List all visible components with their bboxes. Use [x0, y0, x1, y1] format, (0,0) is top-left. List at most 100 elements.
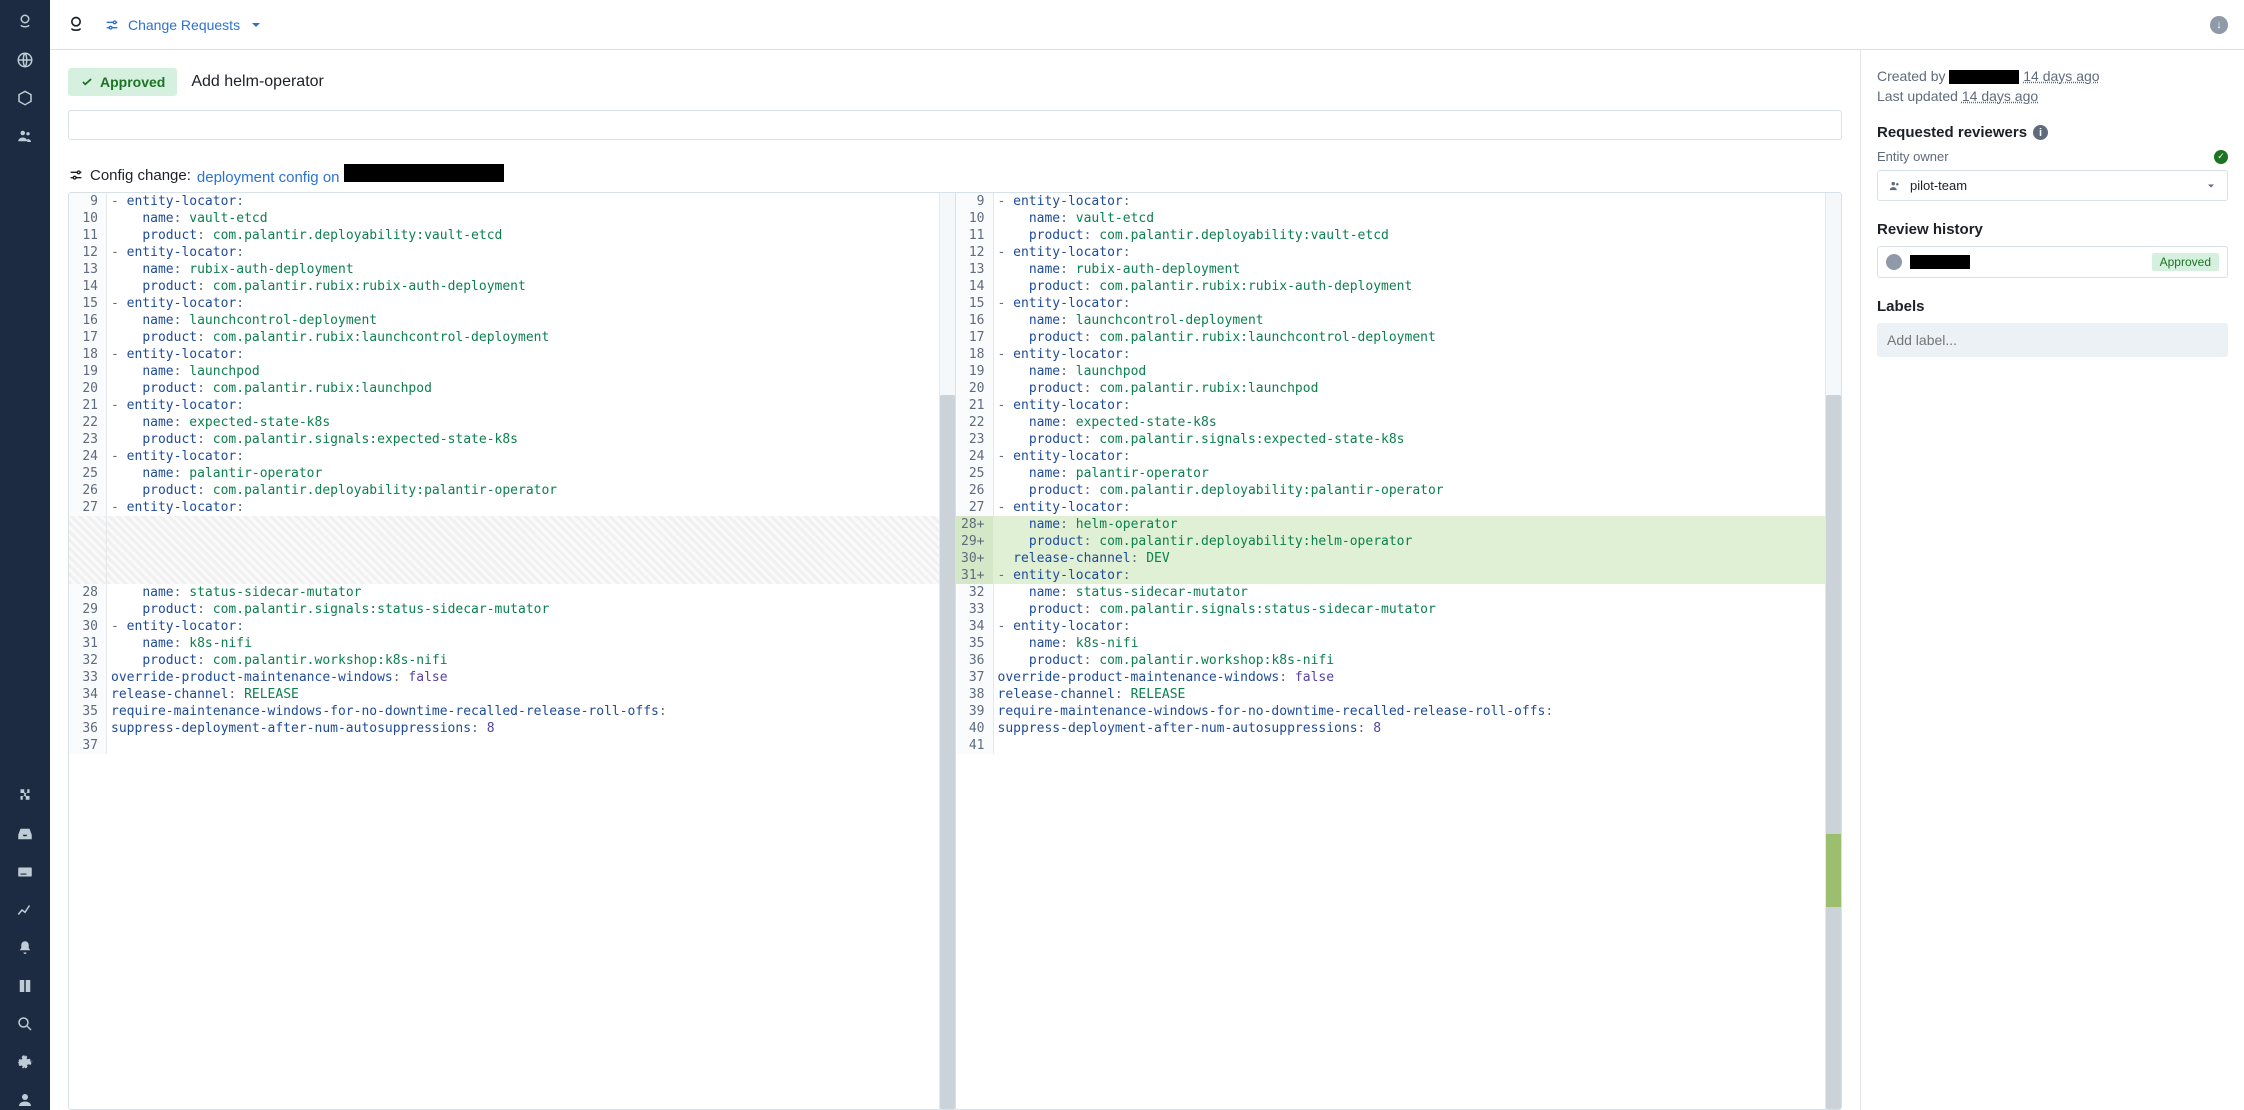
diff-line[interactable]: 31+- entity-locator: [956, 567, 1842, 584]
diff-line[interactable]: 28+ name: helm-operator [956, 516, 1842, 533]
diff-line[interactable]: 36suppress-deployment-after-num-autosupp… [69, 720, 955, 737]
diff-line[interactable]: 31 name: k8s-nifi [69, 635, 955, 652]
diff-line[interactable]: 22 name: expected-state-k8s [69, 414, 955, 431]
diff-line[interactable]: 13 name: rubix-auth-deployment [956, 261, 1842, 278]
diff-line[interactable]: 30+ release-channel: DEV [956, 550, 1842, 567]
rail-gear-icon[interactable] [15, 1052, 35, 1072]
diff-line[interactable]: 38release-channel: RELEASE [956, 686, 1842, 703]
diff-line[interactable]: 37override-product-maintenance-windows: … [956, 669, 1842, 686]
rail-search-icon[interactable] [15, 1014, 35, 1034]
diff-line[interactable]: 14 product: com.palantir.rubix:rubix-aut… [69, 278, 955, 295]
nav-change-requests[interactable]: Change Requests [104, 17, 264, 33]
diff-line[interactable]: 20 product: com.palantir.rubix:launchpod [69, 380, 955, 397]
diff-line[interactable]: 27- entity-locator: [956, 499, 1842, 516]
diff-line[interactable]: 11 product: com.palantir.deployability:v… [69, 227, 955, 244]
rail-people-icon[interactable] [15, 126, 35, 146]
sidebar: Created by 14 days ago Last updated 14 d… [1860, 50, 2244, 1110]
diff-line[interactable]: 16 name: launchcontrol-deployment [956, 312, 1842, 329]
diff-line[interactable]: 32 product: com.palantir.workshop:k8s-ni… [69, 652, 955, 669]
diff-line[interactable]: 14 product: com.palantir.rubix:rubix-aut… [956, 278, 1842, 295]
diff-line[interactable]: 13 name: rubix-auth-deployment [69, 261, 955, 278]
review-history-item[interactable]: Approved [1877, 246, 2228, 278]
diff-line[interactable]: 33 product: com.palantir.signals:status-… [956, 601, 1842, 618]
diff-line[interactable]: 19 name: launchpod [956, 363, 1842, 380]
diff-line[interactable]: 26 product: com.palantir.deployability:p… [69, 482, 955, 499]
diff-line[interactable]: 11 product: com.palantir.deployability:v… [956, 227, 1842, 244]
created-ago[interactable]: 14 days ago [2023, 68, 2099, 84]
diff-line[interactable]: 23 product: com.palantir.signals:expecte… [69, 431, 955, 448]
download-icon[interactable]: ↓ [2210, 16, 2228, 34]
diff-line[interactable]: 22 name: expected-state-k8s [956, 414, 1842, 431]
config-change-prefix: Config change: [90, 167, 191, 184]
diff-line[interactable]: 32 name: status-sidecar-mutator [956, 584, 1842, 601]
diff-line[interactable]: 29 product: com.palantir.signals:status-… [69, 601, 955, 618]
diff-line[interactable]: 23 product: com.palantir.signals:expecte… [956, 431, 1842, 448]
diff-line[interactable]: 30- entity-locator: [69, 618, 955, 635]
diff-line[interactable]: 15- entity-locator: [69, 295, 955, 312]
diff-line[interactable]: 37 [69, 737, 955, 754]
cr-title: Add helm-operator [191, 73, 324, 91]
diff-line[interactable]: 18- entity-locator: [956, 346, 1842, 363]
diff-line[interactable]: 35require-maintenance-windows-for-no-dow… [69, 703, 955, 720]
nav-label: Change Requests [128, 17, 240, 33]
diff-line[interactable]: 25 name: palantir-operator [956, 465, 1842, 482]
diff-line[interactable]: 17 product: com.palantir.rubix:launchcon… [956, 329, 1842, 346]
rail-user-icon[interactable] [15, 1090, 35, 1110]
diff-line[interactable]: 34release-channel: RELEASE [69, 686, 955, 703]
left-rail [0, 0, 50, 1110]
diff-line[interactable]: 35 name: k8s-nifi [956, 635, 1842, 652]
diff-line[interactable] [69, 550, 955, 567]
diff-line[interactable]: 10 name: vault-etcd [69, 210, 955, 227]
diff-line[interactable]: 41 [956, 737, 1842, 754]
diff-pane-left[interactable]: 9- entity-locator:10 name: vault-etcd11 … [69, 193, 956, 1109]
diff-line[interactable] [69, 516, 955, 533]
rail-globe-icon[interactable] [15, 50, 35, 70]
diff-line[interactable]: 9- entity-locator: [956, 193, 1842, 210]
diff-line[interactable]: 24- entity-locator: [956, 448, 1842, 465]
overview-ruler-left[interactable] [939, 193, 955, 1109]
sliders-icon [104, 17, 120, 33]
diff-line[interactable]: 28 name: status-sidecar-mutator [69, 584, 955, 601]
diff-line[interactable]: 40suppress-deployment-after-num-autosupp… [956, 720, 1842, 737]
app-logo-icon[interactable] [66, 15, 86, 35]
diff-line[interactable]: 21- entity-locator: [956, 397, 1842, 414]
rail-inbox-icon[interactable] [15, 824, 35, 844]
diff-line[interactable]: 12- entity-locator: [69, 244, 955, 261]
diff-line[interactable]: 9- entity-locator: [69, 193, 955, 210]
diff-line[interactable]: 15- entity-locator: [956, 295, 1842, 312]
add-label-input[interactable] [1877, 323, 2228, 357]
diff-line[interactable] [69, 567, 955, 584]
rail-cube-icon[interactable] [15, 88, 35, 108]
rail-chart-icon[interactable] [15, 900, 35, 920]
diff-line[interactable]: 29+ product: com.palantir.deployability:… [956, 533, 1842, 550]
diff-line[interactable]: 20 product: com.palantir.rubix:launchpod [956, 380, 1842, 397]
diff-line[interactable]: 27- entity-locator: [69, 499, 955, 516]
overview-ruler-right[interactable] [1825, 193, 1841, 1109]
search-input[interactable] [68, 110, 1842, 140]
diff-line[interactable]: 10 name: vault-etcd [956, 210, 1842, 227]
rail-logo-icon[interactable] [15, 12, 35, 32]
diff-line[interactable]: 24- entity-locator: [69, 448, 955, 465]
diff-line[interactable]: 34- entity-locator: [956, 618, 1842, 635]
rail-card-icon[interactable] [15, 862, 35, 882]
diff-line[interactable] [69, 533, 955, 550]
diff-line[interactable]: 12- entity-locator: [956, 244, 1842, 261]
rail-bell-icon[interactable] [15, 938, 35, 958]
diff-line[interactable]: 25 name: palantir-operator [69, 465, 955, 482]
rail-book-icon[interactable] [15, 976, 35, 996]
diff-line[interactable]: 36 product: com.palantir.workshop:k8s-ni… [956, 652, 1842, 669]
entity-owner-select[interactable]: pilot-team [1877, 170, 2228, 201]
diff-line[interactable]: 33override-product-maintenance-windows: … [69, 669, 955, 686]
diff-line[interactable]: 16 name: launchcontrol-deployment [69, 312, 955, 329]
diff-line[interactable]: 18- entity-locator: [69, 346, 955, 363]
updated-ago[interactable]: 14 days ago [1962, 88, 2038, 104]
info-icon[interactable]: i [2033, 125, 2048, 140]
diff-line[interactable]: 17 product: com.palantir.rubix:launchcon… [69, 329, 955, 346]
rail-puzzle-icon[interactable] [15, 786, 35, 806]
config-change-link[interactable]: deployment config on [197, 164, 504, 186]
diff-pane-right[interactable]: 9- entity-locator:10 name: vault-etcd11 … [956, 193, 1842, 1109]
diff-line[interactable]: 19 name: launchpod [69, 363, 955, 380]
diff-line[interactable]: 39require-maintenance-windows-for-no-dow… [956, 703, 1842, 720]
diff-line[interactable]: 26 product: com.palantir.deployability:p… [956, 482, 1842, 499]
diff-line[interactable]: 21- entity-locator: [69, 397, 955, 414]
